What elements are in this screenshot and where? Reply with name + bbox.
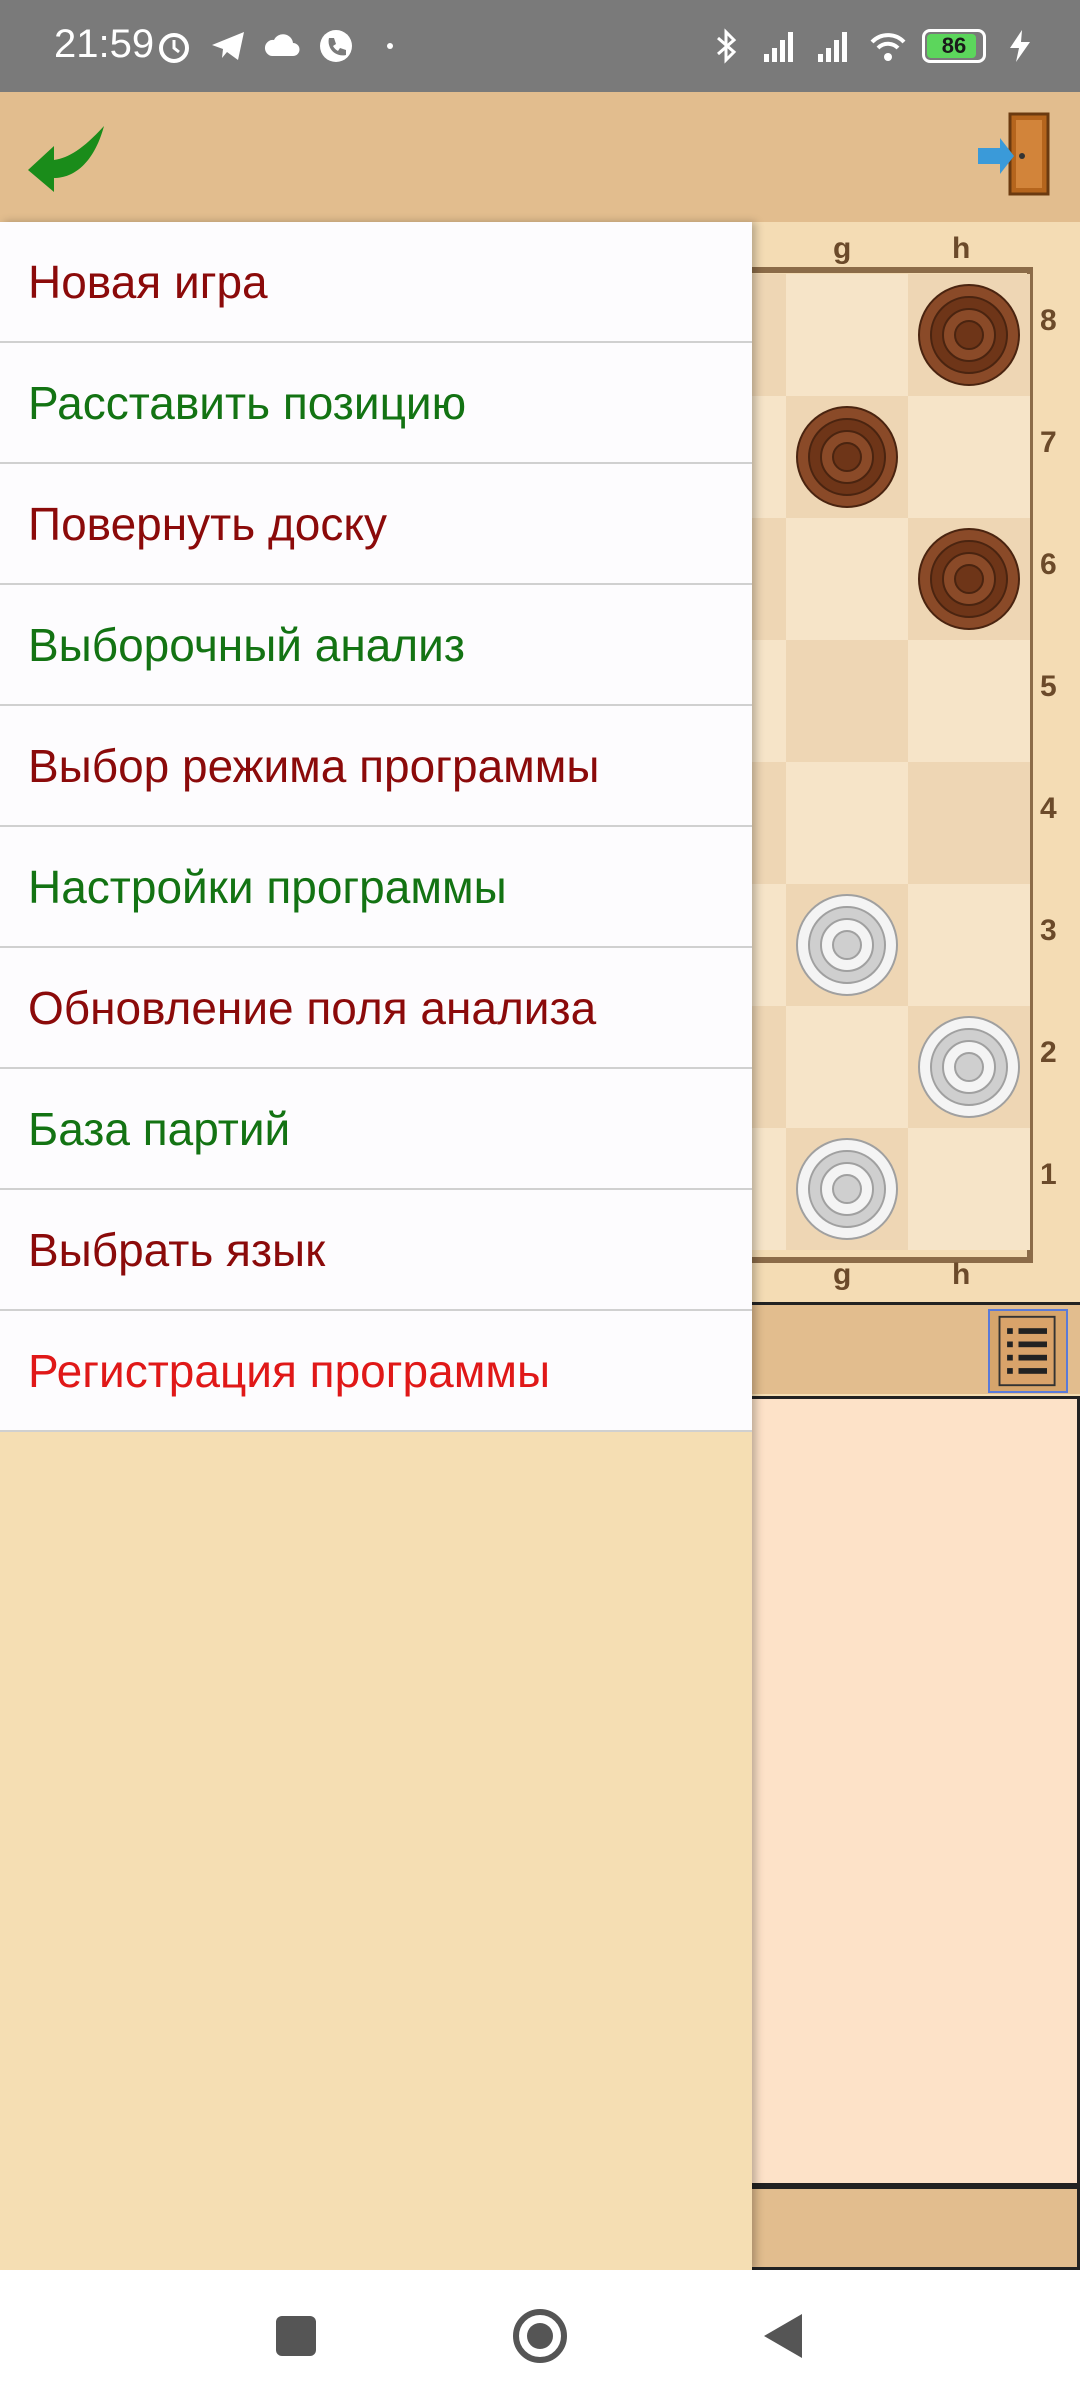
light-piece[interactable] [918, 1016, 1020, 1118]
board-square[interactable] [908, 396, 1030, 518]
home-icon[interactable] [502, 2298, 578, 2374]
menu-item-update-analysis-field[interactable]: Обновление поля анализа [0, 948, 752, 1069]
file-label-g-top: g [833, 232, 852, 265]
status-time: 21:59 [54, 22, 155, 66]
rank-label-5: 5 [1040, 670, 1057, 703]
board-square[interactable] [908, 1128, 1030, 1250]
recents-icon[interactable] [258, 2298, 334, 2374]
menu-item-games-database[interactable]: База партий [0, 1069, 752, 1190]
notation-list-button[interactable] [988, 1309, 1068, 1393]
battery-icon: 86 [922, 29, 986, 63]
menu-item-program-settings[interactable]: Настройки программы [0, 827, 752, 948]
dark-piece[interactable] [918, 284, 1020, 386]
notation-list-icon [998, 1315, 1056, 1387]
board-square[interactable] [786, 762, 908, 884]
rank-label-7: 7 [1040, 426, 1057, 459]
call-icon [320, 30, 352, 62]
drawer-menu: Новая игра Расставить позицию Повернуть … [0, 222, 752, 1432]
board-square[interactable] [908, 884, 1030, 1006]
battery-level: 86 [941, 33, 967, 58]
cloud-icon [264, 34, 300, 56]
app-toolbar [0, 92, 1080, 222]
board-square[interactable] [786, 1006, 908, 1128]
menu-item-program-mode[interactable]: Выбор режима программы [0, 706, 752, 827]
board-square[interactable] [908, 762, 1030, 884]
rank-label-1: 1 [1040, 1158, 1057, 1191]
menu-item-selective-analysis[interactable]: Выборочный анализ [0, 585, 752, 706]
exit-door-icon[interactable] [974, 110, 1056, 200]
telegram-icon [212, 32, 244, 60]
rank-label-2: 2 [1040, 1036, 1057, 1069]
rank-label-4: 4 [1040, 792, 1057, 825]
notification-icons [154, 26, 410, 66]
file-label-h-bottom: h [952, 1258, 971, 1291]
charging-icon [1010, 30, 1030, 62]
dark-piece[interactable] [918, 528, 1020, 630]
signal-icon [764, 32, 793, 62]
dot-icon [387, 43, 393, 49]
menu-item-rotate-board[interactable]: Повернуть доску [0, 464, 752, 585]
light-piece[interactable] [796, 894, 898, 996]
menu-item-new-game[interactable]: Новая игра [0, 222, 752, 343]
board-square[interactable] [786, 274, 908, 396]
rank-label-6: 6 [1040, 548, 1057, 581]
file-label-g-bottom: g [833, 1258, 852, 1291]
menu-item-program-registration[interactable]: Регистрация программы [0, 1311, 752, 1432]
dark-piece[interactable] [796, 406, 898, 508]
back-arrow-icon[interactable] [24, 118, 108, 194]
system-nav-bar [0, 2270, 1080, 2400]
file-label-h-top: h [952, 232, 971, 265]
board-square[interactable] [908, 640, 1030, 762]
menu-item-choose-language[interactable]: Выбрать язык [0, 1190, 752, 1311]
signal-icon-2 [818, 32, 847, 62]
menu-item-set-position[interactable]: Расставить позицию [0, 343, 752, 464]
wifi-icon [870, 33, 906, 61]
board-square[interactable] [786, 640, 908, 762]
bluetooth-icon [717, 28, 737, 64]
board-square[interactable] [786, 518, 908, 640]
system-icons: 86 [706, 26, 1040, 66]
back-icon[interactable] [746, 2298, 822, 2374]
rank-label-8: 8 [1040, 304, 1057, 337]
light-piece[interactable] [796, 1138, 898, 1240]
alarm-icon [159, 33, 189, 63]
rank-label-3: 3 [1040, 914, 1057, 947]
status-bar: 21:59 86 [0, 0, 1080, 92]
navigation-drawer: Новая игра Расставить позицию Повернуть … [0, 222, 752, 2270]
